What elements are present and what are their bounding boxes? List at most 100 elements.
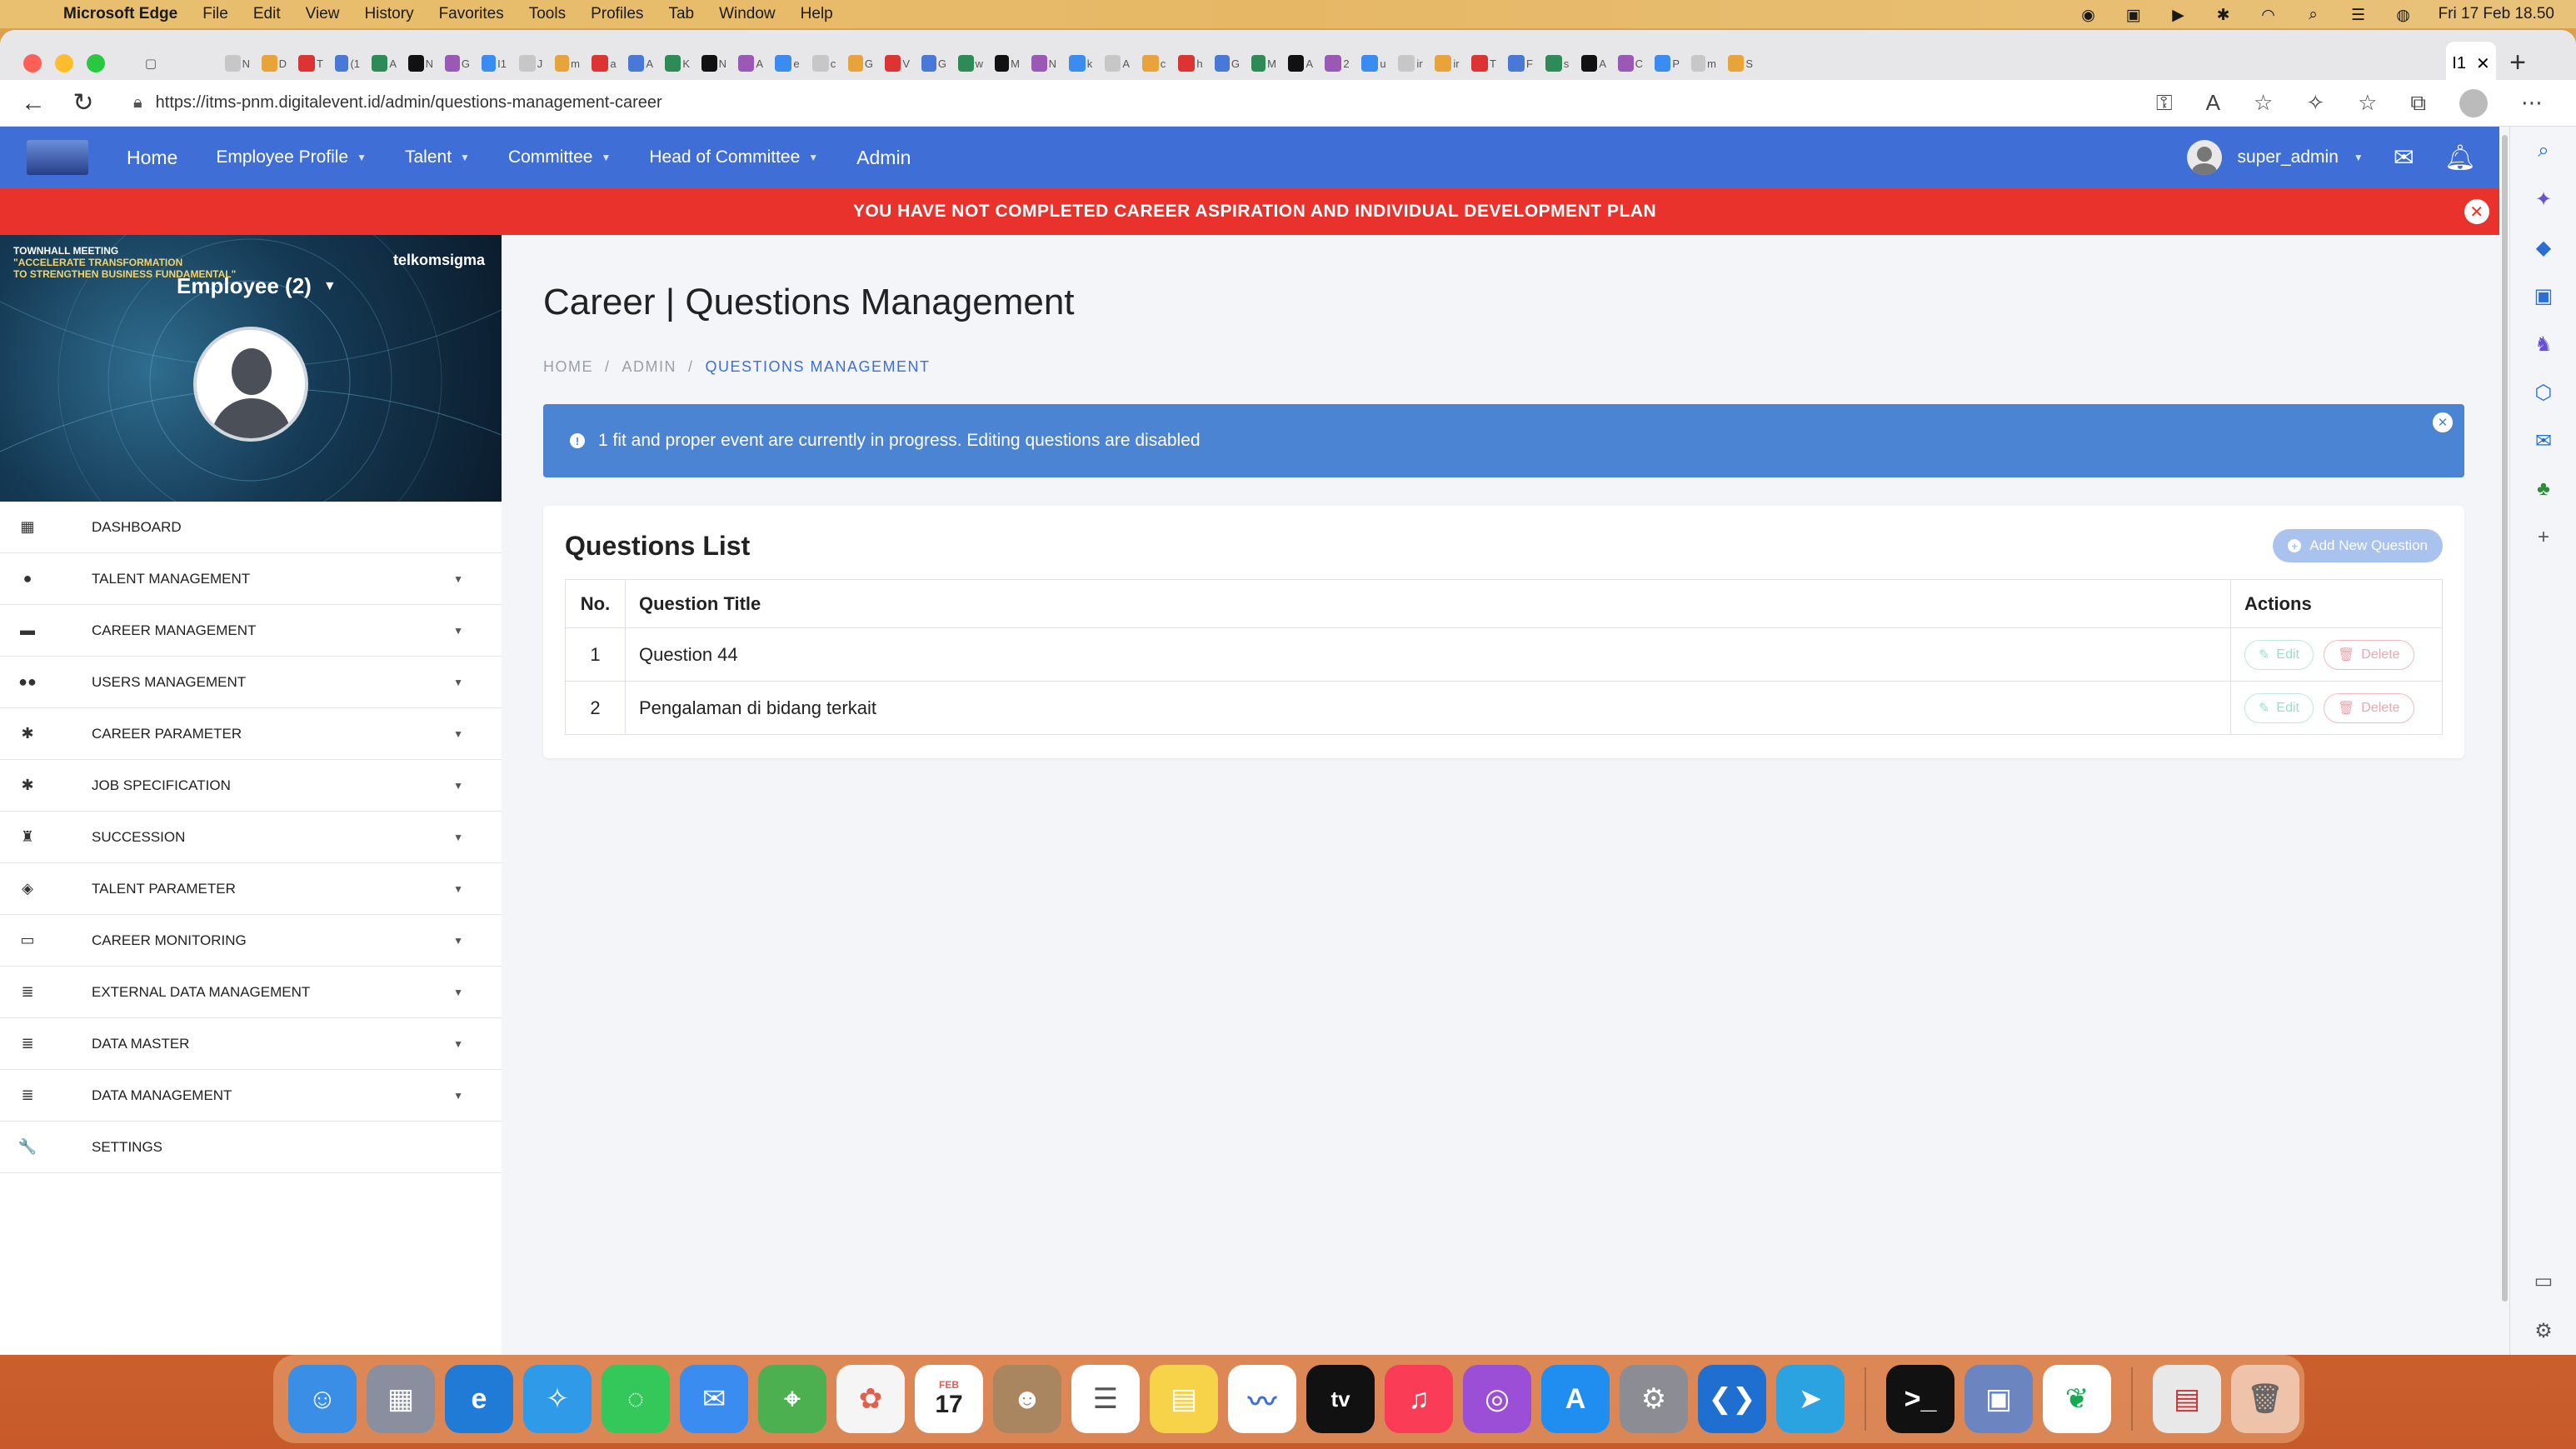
office-icon[interactable]: ⬡: [2510, 368, 2576, 417]
tab-favicon[interactable]: S: [1728, 51, 1753, 76]
key-icon[interactable]: ⚿: [2156, 90, 2173, 117]
tab-favicon[interactable]: I1: [482, 51, 507, 76]
tab-favicon[interactable]: a: [592, 51, 617, 76]
contacts-icon[interactable]: ☻: [993, 1365, 1061, 1433]
close-tab-icon[interactable]: ✕: [2476, 53, 2490, 74]
back-icon[interactable]: ←: [17, 89, 50, 117]
wifi-icon[interactable]: ◠: [2259, 6, 2279, 24]
tab-favicon[interactable]: N: [701, 51, 726, 76]
tab-favicon[interactable]: A: [1105, 51, 1130, 76]
sidebar-item-career-management[interactable]: ▬ CAREER MANAGEMENT ▼: [0, 605, 502, 657]
sidebar-item-job-specification[interactable]: ✱ JOB SPECIFICATION ▼: [0, 760, 502, 812]
sidebar-layout-icon[interactable]: ▭: [2510, 1257, 2576, 1305]
menu-view[interactable]: View: [306, 5, 340, 23]
tab-favicon[interactable]: N: [1031, 51, 1056, 76]
role-selector[interactable]: Employee (2) ▼: [177, 273, 337, 299]
downloads-stack-icon[interactable]: ▤: [2153, 1365, 2221, 1433]
tab-favicon[interactable]: (1: [335, 51, 360, 76]
tab-favicon[interactable]: A: [738, 51, 763, 76]
sidebar-item-talent-parameter[interactable]: ◈ TALENT PARAMETER ▼: [0, 863, 502, 915]
tab-favicon[interactable]: G: [921, 51, 946, 76]
extensions-icon[interactable]: ✧: [2306, 90, 2324, 116]
menu-file[interactable]: File: [202, 5, 228, 23]
telegram-icon[interactable]: ➤: [1776, 1365, 1845, 1433]
outlook-icon[interactable]: ✉: [2510, 417, 2576, 465]
app-store-icon[interactable]: A: [1541, 1365, 1610, 1433]
page-scrollbar[interactable]: [2499, 127, 2509, 1355]
add-new-question-button[interactable]: + Add New Question: [2273, 529, 2443, 562]
tab-favicon[interactable]: ir: [1398, 51, 1423, 76]
status-shield-icon[interactable]: ▣: [2124, 6, 2144, 24]
tree-icon[interactable]: ♣: [2510, 465, 2576, 513]
url-field[interactable]: 🔒︎ https://itms-pnm.digitalevent.id/admi…: [133, 93, 2156, 112]
shopping-tag-icon[interactable]: ◆: [2510, 223, 2576, 272]
tab-actions-icon[interactable]: ▢: [138, 51, 163, 76]
nav-employee-profile[interactable]: Employee Profile ▼: [216, 147, 367, 167]
minimize-window-button[interactable]: [55, 54, 73, 72]
mongodb-compass-icon[interactable]: ❦: [2043, 1365, 2111, 1433]
sidebar-item-career-parameter[interactable]: ✱ CAREER PARAMETER ▼: [0, 708, 502, 760]
mail-app-icon[interactable]: ✉: [680, 1365, 748, 1433]
safari-icon[interactable]: ✧: [523, 1365, 592, 1433]
maps-icon[interactable]: ⌖: [758, 1365, 826, 1433]
bell-icon[interactable]: 🔔︎: [2444, 143, 2476, 172]
calendar-icon[interactable]: FEB 17: [915, 1365, 983, 1433]
tab-favicon[interactable]: 2: [1325, 51, 1350, 76]
refresh-icon[interactable]: ↻: [67, 88, 100, 117]
active-tab[interactable]: I1 ✕: [2446, 42, 2496, 85]
messages-icon[interactable]: ◌: [602, 1365, 670, 1433]
tab-favicon[interactable]: N: [408, 51, 433, 76]
settings-gear-icon[interactable]: ⚙: [2510, 1307, 2576, 1355]
menu-history[interactable]: History: [364, 5, 413, 23]
search-icon[interactable]: ⌕: [2510, 127, 2576, 175]
launchpad-icon[interactable]: ▦: [367, 1365, 435, 1433]
tab-favicon[interactable]: w: [958, 51, 983, 76]
breadcrumb-home[interactable]: HOME: [543, 358, 593, 376]
menu-profiles[interactable]: Profiles: [591, 5, 643, 23]
edit-button[interactable]: ✎ Edit: [2244, 692, 2314, 723]
tab-favicon[interactable]: G: [445, 51, 470, 76]
apple-tv-icon[interactable]: tv: [1306, 1365, 1375, 1433]
photos-icon[interactable]: ✿: [836, 1365, 905, 1433]
preview-icon[interactable]: ▣: [1964, 1365, 2033, 1433]
tab-favicon[interactable]: F: [1508, 51, 1533, 76]
tab-favicon[interactable]: T: [298, 51, 323, 76]
delete-button[interactable]: 🗑︎ Delete: [2323, 639, 2414, 670]
siri-icon[interactable]: ◍: [2394, 6, 2414, 24]
tab-favicon[interactable]: D: [262, 51, 287, 76]
close-icon[interactable]: ✕: [2464, 199, 2489, 224]
profile-avatar[interactable]: [2459, 88, 2488, 117]
notes-icon[interactable]: ▤: [1150, 1365, 1218, 1433]
add-favorite-icon[interactable]: ☆: [2254, 90, 2273, 116]
system-settings-icon[interactable]: ⚙: [1620, 1365, 1688, 1433]
favorites-icon[interactable]: ☆: [2358, 90, 2377, 116]
lock-icon[interactable]: 🔒︎: [133, 93, 142, 112]
app-menu-name[interactable]: Microsoft Edge: [63, 5, 177, 23]
tab-favicon[interactable]: e: [775, 51, 800, 76]
reminders-icon[interactable]: ☰: [1071, 1365, 1140, 1433]
control-center-icon[interactable]: ☰: [2349, 6, 2369, 24]
tab-favicon[interactable]: A: [372, 51, 397, 76]
tab-favicon[interactable]: J: [518, 51, 543, 76]
nav-committee[interactable]: Committee ▼: [508, 147, 611, 167]
tab-favicon[interactable]: A: [1581, 51, 1606, 76]
music-icon[interactable]: ♫: [1385, 1365, 1453, 1433]
menu-tools[interactable]: Tools: [529, 5, 566, 23]
nav-head-of-committee[interactable]: Head of Committee ▼: [649, 147, 818, 167]
tab-favicon[interactable]: P: [1655, 51, 1680, 76]
nav-talent[interactable]: Talent ▼: [405, 147, 470, 167]
play-icon[interactable]: ▶: [2169, 6, 2189, 24]
sidebar-item-data-management[interactable]: ≣ DATA MANAGEMENT ▼: [0, 1070, 502, 1122]
new-tab-button[interactable]: +: [2509, 47, 2526, 79]
add-sidebar-app-icon[interactable]: +: [2510, 513, 2576, 562]
sidebar-item-external-data-management[interactable]: ≣ EXTERNAL DATA MANAGEMENT ▼: [0, 967, 502, 1018]
zoom-window-button[interactable]: [87, 54, 105, 72]
menubar-clock[interactable]: Fri 17 Feb 18.50: [2439, 5, 2554, 23]
sidebar-item-talent-management[interactable]: ● TALENT MANAGEMENT ▼: [0, 553, 502, 605]
tab-favicon[interactable]: M: [1251, 51, 1276, 76]
site-logo[interactable]: [27, 140, 88, 175]
menu-edit[interactable]: Edit: [253, 5, 281, 23]
sidebar-item-users-management[interactable]: ●● USERS MANAGEMENT ▼: [0, 657, 502, 708]
nav-admin[interactable]: Admin: [856, 147, 911, 169]
status-app-icon[interactable]: ◉: [2079, 6, 2099, 24]
